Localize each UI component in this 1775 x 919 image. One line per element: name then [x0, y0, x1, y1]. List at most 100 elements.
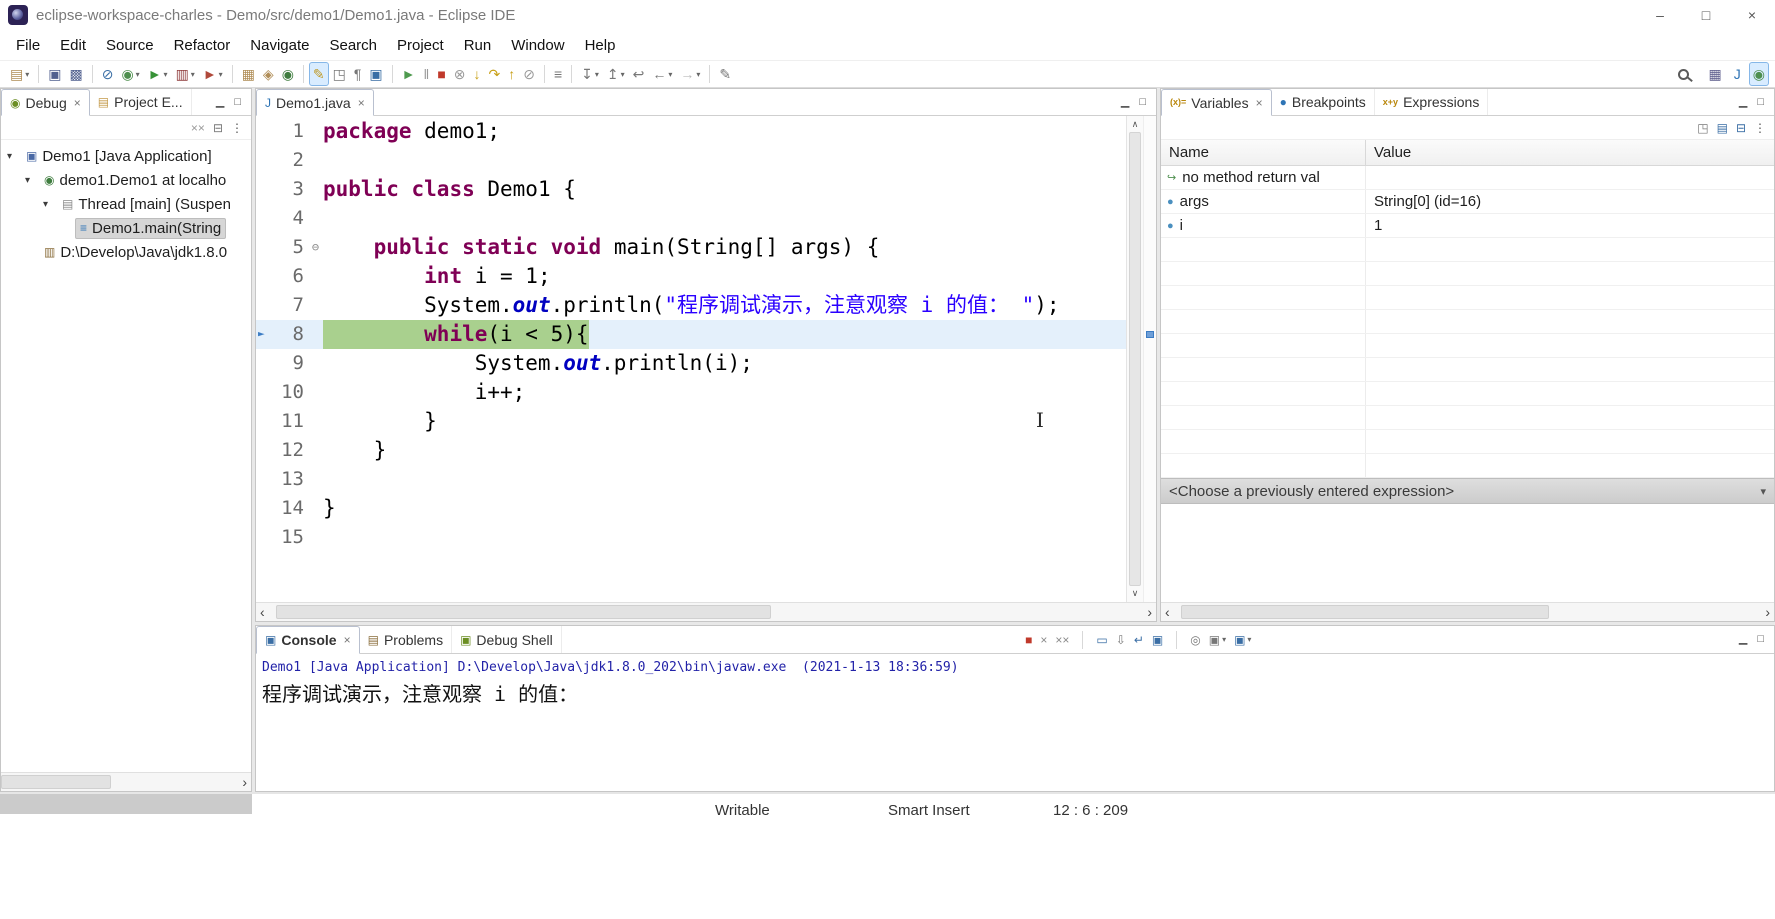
debug-icon[interactable]: ◉▾: [117, 62, 143, 86]
scrollbar-thumb[interactable]: [276, 605, 771, 619]
scroll-right-icon[interactable]: ›: [1147, 603, 1152, 621]
menu-navigate[interactable]: Navigate: [240, 33, 319, 58]
new-class-icon[interactable]: ◉: [278, 62, 298, 86]
skip-all-breakpoints-icon[interactable]: ⊘: [98, 62, 118, 86]
annotation-ruler[interactable]: [256, 291, 272, 320]
code-line[interactable]: 6 int i = 1;: [256, 262, 1126, 291]
scrollbar-thumb[interactable]: [1181, 605, 1549, 619]
menu-project[interactable]: Project: [387, 33, 454, 58]
code-line[interactable]: 11 }: [256, 407, 1126, 436]
variables-table[interactable]: ↪no method return val●argsString[0] (id=…: [1161, 166, 1774, 478]
dropdown-arrow-icon[interactable]: ▾: [621, 70, 625, 79]
dropdown-arrow-icon[interactable]: ▾: [25, 70, 29, 79]
scroll-up-icon[interactable]: ∧: [1127, 119, 1143, 130]
external-tools-icon[interactable]: ►▾: [199, 62, 227, 86]
code-line[interactable]: 15: [256, 523, 1126, 552]
step-into-icon[interactable]: ↓: [470, 62, 485, 86]
step-over-icon[interactable]: ↷: [485, 62, 505, 86]
code-line[interactable]: 7 System.out.println("程序调试演示，注意观察 i 的值： …: [256, 291, 1126, 320]
maximize-view-icon[interactable]: □: [1139, 97, 1146, 108]
tab-demo1-java[interactable]: JDemo1.java×: [256, 89, 374, 116]
line-number[interactable]: 14: [272, 494, 308, 523]
open-console-icon[interactable]: ▣▾: [1234, 634, 1251, 646]
suspend-icon[interactable]: ‖: [420, 62, 434, 86]
remove-all-launches-icon[interactable]: ××: [1055, 634, 1069, 646]
minimize-window-icon[interactable]: –: [1637, 0, 1683, 30]
code-line[interactable]: 1package demo1;: [256, 117, 1126, 146]
column-header-value[interactable]: Value: [1366, 144, 1774, 161]
close-tab-icon[interactable]: ×: [74, 96, 81, 110]
tab-console[interactable]: ▣Console×: [256, 626, 360, 654]
maximize-view-icon[interactable]: □: [1757, 97, 1764, 108]
coverage-icon[interactable]: ▥▾: [172, 62, 199, 86]
tab-variables[interactable]: (x)=Variables×: [1161, 89, 1272, 116]
code-editor[interactable]: 1package demo1;23public class Demo1 {45⊖…: [256, 116, 1126, 602]
annotation-ruler[interactable]: [256, 523, 272, 552]
dropdown-arrow-icon[interactable]: ▾: [136, 70, 140, 79]
terminate-icon[interactable]: ■: [433, 62, 449, 86]
table-row[interactable]: ●argsString[0] (id=16): [1161, 190, 1774, 214]
annotation-ruler[interactable]: [256, 465, 272, 494]
current-instruction-marker[interactable]: [1146, 331, 1154, 338]
disconnect-icon[interactable]: ⊗: [450, 62, 470, 86]
collapse-icon[interactable]: ⊖: [312, 233, 319, 262]
close-tab-icon[interactable]: ×: [358, 96, 365, 110]
word-wrap-icon[interactable]: ↵: [1134, 634, 1144, 646]
tree-item[interactable]: ▾▤Thread [main] (Suspen: [1, 192, 251, 216]
view-menu-icon[interactable]: ⋮: [1754, 122, 1766, 134]
annotation-ruler[interactable]: [256, 233, 272, 262]
new-wizard-icon[interactable]: ▤▾: [6, 62, 33, 86]
tab-breakpoints[interactable]: ●Breakpoints: [1272, 89, 1375, 115]
last-edit-location-icon[interactable]: ↩: [629, 62, 649, 86]
dropdown-arrow-icon[interactable]: ▾: [696, 70, 700, 79]
scroll-lock-icon[interactable]: ⇩: [1116, 634, 1126, 646]
code-line[interactable]: 2: [256, 146, 1126, 175]
minimize-view-icon[interactable]: ▁: [1739, 634, 1747, 645]
show-logical-structures-icon[interactable]: ▤: [1717, 122, 1728, 134]
java-perspective-icon[interactable]: J: [1730, 62, 1745, 86]
dropdown-arrow-icon[interactable]: ▾: [668, 70, 672, 79]
scroll-right-icon[interactable]: ›: [242, 773, 247, 791]
code-line[interactable]: 9 System.out.println(i);: [256, 349, 1126, 378]
line-number[interactable]: 5: [272, 233, 308, 262]
variables-horizontal-scrollbar[interactable]: ‹ ›: [1161, 602, 1774, 621]
code-line[interactable]: 10 i++;: [256, 378, 1126, 407]
menu-search[interactable]: Search: [319, 33, 387, 58]
menu-run[interactable]: Run: [454, 33, 502, 58]
annotation-ruler[interactable]: [256, 349, 272, 378]
expand-arrow-icon[interactable]: ▾: [25, 175, 39, 186]
new-java-project-icon[interactable]: ▦: [238, 62, 259, 86]
line-number[interactable]: 13: [272, 465, 308, 494]
dropdown-arrow-icon[interactable]: ▾: [595, 70, 599, 79]
tree-item[interactable]: ≡Demo1.main(String: [1, 216, 251, 240]
close-window-icon[interactable]: ×: [1729, 0, 1775, 30]
debug-launch-tree[interactable]: ▾▣Demo1 [Java Application]▾◉demo1.Demo1 …: [1, 140, 251, 772]
scroll-left-icon[interactable]: ‹: [1165, 603, 1170, 621]
dropdown-arrow-icon[interactable]: ▾: [1247, 635, 1251, 644]
minimize-view-icon[interactable]: ▁: [1121, 97, 1129, 108]
show-type-names-icon[interactable]: ◳: [1697, 122, 1708, 134]
next-annotation-icon[interactable]: ↧▾: [577, 62, 603, 86]
tree-item[interactable]: ▾◉demo1.Demo1 at localho: [1, 168, 251, 192]
code-line[interactable]: 13: [256, 465, 1126, 494]
code-line[interactable]: 3public class Demo1 {: [256, 175, 1126, 204]
annotation-ruler[interactable]: [256, 175, 272, 204]
search-icon[interactable]: [1678, 69, 1689, 80]
line-number[interactable]: 7: [272, 291, 308, 320]
open-task-icon[interactable]: ◳: [329, 62, 350, 86]
expand-arrow-icon[interactable]: ▾: [7, 151, 21, 162]
line-number[interactable]: 12: [272, 436, 308, 465]
chevron-down-icon[interactable]: ▾: [1760, 485, 1766, 498]
show-console-on-output-icon[interactable]: ▣: [1152, 634, 1163, 646]
previous-annotation-icon[interactable]: ↥▾: [603, 62, 629, 86]
resume-icon[interactable]: ►: [398, 62, 420, 86]
clear-console-icon[interactable]: ▭: [1096, 634, 1107, 646]
forward-icon[interactable]: →▾: [676, 62, 704, 86]
collapse-all-icon[interactable]: ⊟: [213, 122, 223, 134]
show-whitespace-icon[interactable]: ¶: [350, 62, 366, 86]
close-tab-icon[interactable]: ×: [344, 633, 351, 647]
table-row[interactable]: ●i1: [1161, 214, 1774, 238]
annotation-ruler[interactable]: [256, 494, 272, 523]
debug-horizontal-scrollbar[interactable]: ›: [1, 772, 251, 791]
tree-item[interactable]: ▾▣Demo1 [Java Application]: [1, 144, 251, 168]
